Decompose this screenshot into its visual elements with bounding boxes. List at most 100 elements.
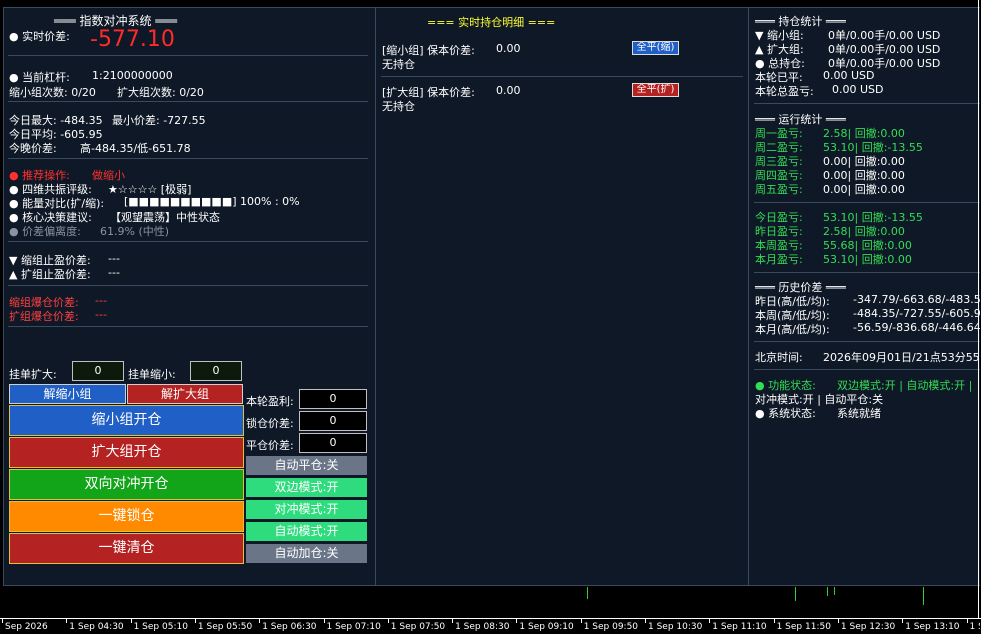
divider	[754, 272, 980, 273]
divider	[754, 202, 980, 203]
axis-label: 1 Sep 11:50	[776, 622, 831, 632]
expand-liq-label: 扩组爆仓价差:	[9, 310, 79, 323]
axis-tick	[516, 619, 518, 623]
round-total-label: 本轮总盈亏:	[755, 85, 814, 98]
axis-label: 1 Sep 11:10	[712, 622, 767, 632]
volume-bar	[587, 587, 588, 599]
hist-value: -56.59/-836.68/-446.64	[853, 321, 980, 334]
deviation-label: ● 价差偏离度:	[9, 225, 81, 238]
shrink-liq-value: ---	[95, 294, 107, 307]
close-shrink-button[interactable]: 全平(缩)	[632, 41, 679, 55]
leverage-label: ● 当前杠杆:	[9, 71, 70, 84]
axis-tick	[645, 619, 646, 623]
hang-shrink-input[interactable]: 0	[190, 361, 242, 381]
expand-breakeven-value: 0.00	[496, 84, 521, 97]
period-value: 53.10| 回撤:0.00	[823, 253, 912, 266]
middle-title: === 实时持仓明细 ===	[427, 16, 556, 29]
open-both-button[interactable]: 双向对冲开仓	[9, 469, 244, 500]
close-diff-label: 平仓价差:	[246, 439, 294, 452]
price-value: -577.10	[90, 27, 175, 52]
hang-expand-input[interactable]: 0	[72, 361, 124, 381]
hist-label: 本月(高/低/均):	[755, 323, 830, 336]
shrink-status: 无持仓	[382, 58, 415, 71]
price-label: ● 实时价差:	[9, 30, 70, 43]
axis-label: Sep 2026	[5, 622, 48, 632]
divider	[8, 158, 368, 159]
weekday-value: 0.00| 回撤:0.00	[823, 183, 905, 196]
auto-mode-toggle[interactable]: 自动模式:开	[246, 522, 367, 541]
lock-diff-input[interactable]: 0	[299, 411, 367, 431]
divider	[754, 369, 980, 370]
axis-label: 1 Sep 08:30	[455, 622, 510, 632]
axis-tick	[323, 619, 325, 623]
open-expand-button[interactable]: 扩大组开仓	[9, 437, 244, 468]
hedge-mode-toggle[interactable]: 对冲模式:开	[246, 500, 367, 519]
right-scale-edge	[978, 0, 979, 618]
shrink-tp-value: ---	[108, 252, 120, 265]
open-shrink-button[interactable]: 缩小组开仓	[9, 405, 244, 436]
round-profit-label: 本轮盈利:	[246, 395, 294, 408]
auto-close-toggle[interactable]: 自动平仓:关	[246, 456, 367, 475]
divider	[8, 285, 368, 286]
expand-tp-label: ▲ 扩组止盈价差:	[9, 268, 91, 281]
close-diff-input[interactable]: 0	[299, 433, 367, 453]
axis-label: 1 Sep 05:10	[133, 622, 188, 632]
sys-value: 系统就绪	[837, 407, 881, 420]
round-closed-value: 0.00 USD	[823, 69, 875, 82]
leverage-value: 1:2100000000	[92, 69, 173, 82]
axis-tick	[452, 619, 454, 623]
lock-diff-label: 锁仓价差:	[246, 417, 294, 430]
axis-label: 1 Sep 07:50	[390, 622, 446, 632]
round-profit-input[interactable]: 0	[299, 389, 367, 409]
energy-value: [■■■■■■■■■■] 100% : 0%	[124, 195, 300, 208]
tonight-label: 今晚价差:	[9, 142, 57, 155]
auto-add-toggle[interactable]: 自动加仓:关	[246, 544, 367, 563]
divider	[754, 103, 980, 104]
axis-label: 1 Sep 09:50	[583, 622, 639, 632]
axis-tick	[902, 619, 904, 623]
axis-tick	[773, 619, 775, 623]
axis-label: 1 Sep 09:10	[519, 622, 574, 632]
axis-tick	[2, 619, 3, 623]
chart-bottom-line	[0, 618, 981, 619]
axis-label: 1 Sep 07:10	[326, 622, 381, 632]
divider	[8, 101, 368, 102]
sys-label: ● 系统状态:	[755, 407, 816, 420]
divider	[8, 326, 368, 327]
axis-tick	[194, 619, 196, 623]
shrink-count: 缩小组次数: 0/20	[9, 86, 96, 99]
weekday-label: 周五盈亏:	[755, 183, 803, 196]
axis-tick	[966, 619, 968, 623]
axis-label: 1 Sep 06:30	[262, 622, 317, 632]
volume-bar	[923, 587, 924, 605]
hang-expand-label: 挂单扩大:	[9, 368, 57, 381]
expand-tp-value: ---	[108, 266, 120, 279]
axis-tick	[66, 619, 68, 623]
divider	[754, 341, 980, 342]
unlock-expand-button[interactable]: 解扩大组	[127, 384, 243, 404]
axis-tick	[130, 619, 132, 623]
one-clear-button[interactable]: 一键清仓	[9, 533, 244, 564]
divider	[8, 55, 368, 56]
expand-count: 扩大组次数: 0/20	[117, 86, 204, 99]
dual-mode-toggle[interactable]: 双边模式:开	[246, 478, 367, 497]
day-min: 最小价差: -727.55	[112, 114, 206, 127]
hist-value: -347.79/-663.68/-483.54	[853, 293, 980, 306]
axis-label: 1 Sep 13:10	[905, 622, 960, 632]
time-value: 2026年09月01日/21点53分55秒	[823, 351, 980, 364]
round-total-value: 0.00 USD	[832, 83, 884, 96]
expand-status: 无持仓	[382, 100, 415, 113]
unlock-shrink-button[interactable]: 解缩小组	[9, 384, 126, 404]
axis-label: 1 Sep 05:50	[197, 622, 253, 632]
volume-bar	[827, 587, 828, 596]
period-label: 本月盈亏:	[755, 253, 803, 266]
hist-value: -484.35/-727.55/-605.95	[853, 307, 980, 320]
axis-tick	[837, 619, 839, 623]
tonight-value: 高-484.35/低-651.78	[80, 142, 191, 155]
hang-shrink-label: 挂单缩小:	[128, 368, 176, 381]
close-expand-button[interactable]: 全平(扩)	[632, 83, 679, 97]
axis-tick	[387, 619, 389, 623]
deviation-value: 61.9% (中性)	[100, 225, 170, 238]
one-lock-button[interactable]: 一键锁仓	[9, 501, 244, 532]
axis-tick	[709, 619, 711, 623]
